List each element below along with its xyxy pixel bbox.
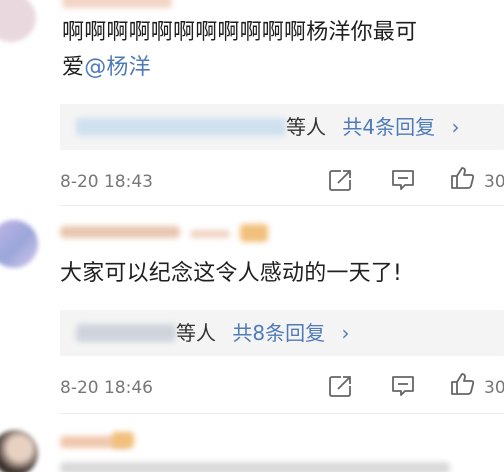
thumbs-up-icon[interactable] [450,372,476,396]
comment-time: 8-20 18:46 [60,378,153,398]
comment-icon[interactable] [390,168,416,192]
replies-preview[interactable]: 等人 共4条回复 › [60,104,504,150]
replies-preview[interactable]: 等人 共8条回复 › [60,310,504,356]
badge-redacted [240,224,268,242]
comment-feed: 啊啊啊啊啊啊啊啊啊啊啊杨洋你最可 爱@杨洋 等人 共4条回复 › 8-20 18… [0,0,504,472]
comment-text-line1: 啊啊啊啊啊啊啊啊啊啊啊杨洋你最可 [62,20,418,45]
mention-link[interactable]: @杨洋 [84,55,151,80]
divider [60,205,504,206]
avatar[interactable] [0,0,36,42]
replies-who: 等人 [176,321,216,345]
replier-names-redacted [76,324,176,342]
avatar[interactable] [0,220,38,268]
like-count: 30 [484,378,504,398]
avatar[interactable] [0,430,38,472]
share-icon[interactable] [328,168,354,192]
comment-text: 啊啊啊啊啊啊啊啊啊啊啊杨洋你最可 [62,17,417,48]
username-redacted[interactable] [62,0,172,8]
share-icon[interactable] [328,374,354,398]
username-redacted[interactable] [60,226,180,238]
chevron-right-icon: › [341,321,350,345]
username-redacted-tail [190,230,230,238]
replier-names-redacted [76,118,286,136]
reply-count-link[interactable]: 共4条回复 [342,115,435,139]
comment-time: 8-20 18:43 [60,172,153,192]
replies-who: 等人 [286,115,326,139]
reply-count-link[interactable]: 共8条回复 [232,321,325,345]
comment-text: 大家可以纪念这令人感动的一天了! [60,261,403,286]
chevron-right-icon: › [451,115,460,139]
divider [60,413,504,414]
comment-text-redacted [60,462,450,472]
comment-text-prefix: 爱 [62,55,85,80]
like-count: 30 [484,172,504,192]
replies-summary[interactable]: 等人 共8条回复 › [176,310,349,356]
badge-redacted [112,432,134,448]
thumbs-up-icon[interactable] [450,166,476,190]
comment-text-line2: 爱@杨洋 [62,52,151,83]
comment-icon[interactable] [390,374,416,398]
replies-summary[interactable]: 等人 共4条回复 › [286,104,459,150]
